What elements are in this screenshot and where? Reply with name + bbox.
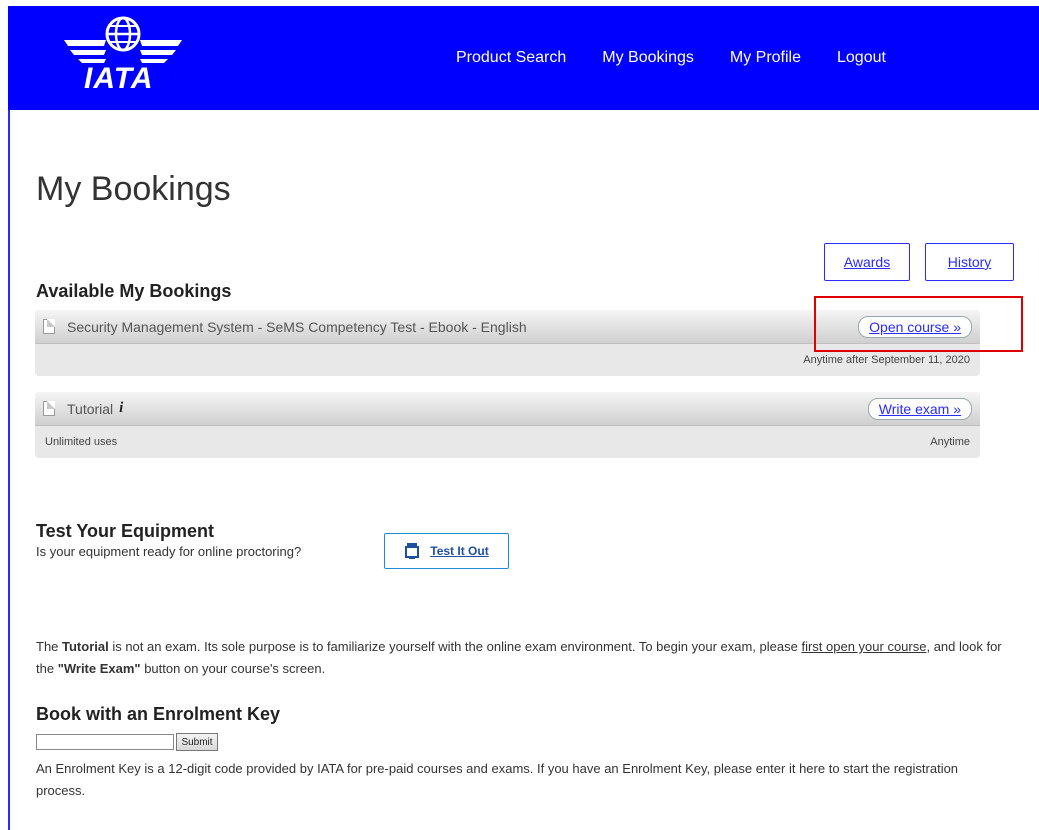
page-title: My Bookings (36, 170, 231, 208)
booking-details: Unlimited uses Anytime (35, 426, 980, 458)
equipment-question: Is your equipment ready for online proct… (36, 544, 302, 559)
bookings-section-title: Available My Bookings (36, 281, 232, 301)
first-open-course-link[interactable]: first open your course (801, 639, 926, 654)
page: IATA Product Search My Bookings My Profi… (0, 0, 1039, 830)
note-bold-write-exam: "Write Exam" (57, 661, 141, 676)
document-icon (43, 319, 55, 334)
booking-title: Security Management System - SeMS Compet… (67, 318, 527, 335)
enrolment-description: An Enrolment Key is a 12-digit code prov… (36, 761, 959, 798)
header-bar: IATA Product Search My Bookings My Profi… (8, 6, 1039, 110)
webcam-icon (405, 543, 420, 559)
equipment-title: Test Your Equipment (36, 521, 215, 541)
note-text: The (36, 639, 63, 654)
booking-uses: Unlimited uses (45, 436, 118, 448)
nav-my-bookings[interactable]: My Bookings (602, 49, 694, 67)
booking-title: Tutorial (67, 400, 114, 417)
left-divider (8, 110, 10, 830)
booking-item: Tutorial i Write exam » Unlimited uses A… (35, 392, 980, 458)
highlight-box (814, 296, 1023, 352)
enrolment-title: Book with an Enrolment Key (36, 704, 281, 724)
tutorial-note: The Tutorial is not an exam. Its sole pu… (36, 636, 1004, 680)
note-text: is not an exam. Its sole purpose is to f… (108, 639, 802, 654)
booking-availability: Anytime (930, 436, 970, 448)
nav-my-profile[interactable]: My Profile (730, 49, 801, 67)
main-nav: Product Search My Bookings My Profile Lo… (456, 6, 922, 110)
history-button[interactable]: History (925, 243, 1014, 281)
nav-product-search[interactable]: Product Search (456, 49, 566, 67)
info-icon[interactable]: i (119, 400, 123, 417)
test-it-out-button[interactable]: Test It Out (384, 533, 509, 569)
enrolment-key-input[interactable] (36, 734, 174, 750)
iata-logo[interactable]: IATA (58, 12, 188, 98)
awards-button[interactable]: Awards (824, 243, 910, 281)
submit-button[interactable]: Submit (176, 733, 218, 751)
test-it-out-label: Test It Out (430, 544, 489, 558)
document-icon (43, 401, 55, 416)
note-bold-tutorial: Tutorial (62, 639, 109, 654)
booking-header: Tutorial i Write exam » (35, 392, 980, 426)
note-text: button on your course's screen. (140, 661, 326, 676)
write-exam-button[interactable]: Write exam » (867, 397, 972, 420)
nav-logout[interactable]: Logout (837, 49, 886, 67)
logo-text: IATA (84, 62, 154, 95)
booking-availability: Anytime after September 11, 2020 (803, 354, 970, 366)
